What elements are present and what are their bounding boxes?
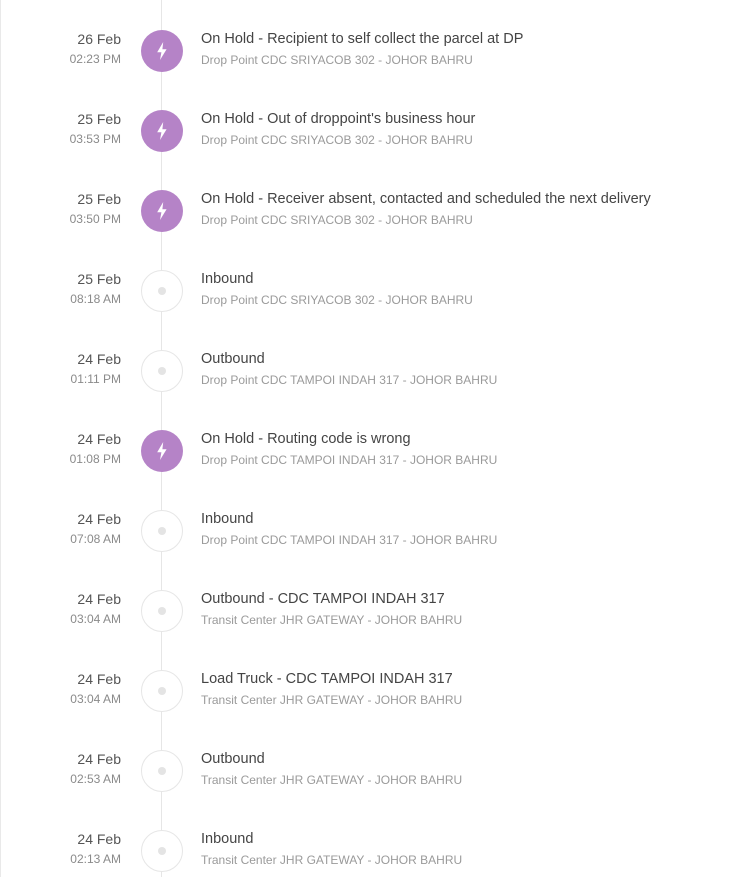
event-date: 26 Feb [77, 31, 121, 47]
dot-icon [158, 287, 166, 295]
event-location: Drop Point CDC SRIYACOB 302 - JOHOR BAHR… [201, 293, 473, 307]
timeline-event: 24 Feb 03:04 AM Outbound - CDC TAMPOI INDA… [0, 583, 729, 643]
event-title: On Hold - Recipient to self collect the … [201, 31, 524, 47]
event-date: 25 Feb [77, 191, 121, 207]
dot-icon [158, 767, 166, 775]
event-date: 24 Feb [77, 831, 121, 847]
event-location: Transit Center JHR GATEWAY - JOHOR BAHRU [201, 613, 463, 627]
event-location: Transit Center JHR GATEWAY - JOHOR BAHRU [201, 693, 463, 707]
event-location: Drop Point CDC TAMPOI INDAH 317 - JOHOR … [201, 533, 498, 547]
dot-icon [158, 687, 166, 695]
event-time: 02:13 AM [70, 852, 121, 866]
event-location: Drop Point CDC TAMPOI INDAH 317 - JOHOR … [201, 453, 498, 467]
event-title: On Hold - Receiver absent, contacted and… [201, 191, 651, 207]
on-hold-marker [141, 30, 183, 72]
status-marker [141, 510, 183, 552]
timeline-event: 24 Feb 03:04 AM Load Truck - CDC TAMPOI IN… [0, 663, 729, 723]
status-marker [141, 830, 183, 872]
event-location: Transit Center JHR GATEWAY - JOHOR BAHRU [201, 773, 463, 787]
timeline-event: 25 Feb 03:53 PM On Hold - Out of droppoint… [0, 103, 729, 163]
event-date: 24 Feb [77, 351, 121, 367]
event-title: Outbound [201, 351, 265, 367]
event-time: 03:04 AM [70, 612, 121, 626]
event-location: Drop Point CDC SRIYACOB 302 - JOHOR BAHR… [201, 133, 473, 147]
event-time: 07:08 AM [70, 532, 121, 546]
event-time: 03:50 PM [69, 212, 121, 226]
event-title: Inbound [201, 271, 254, 287]
event-date: 24 Feb [77, 511, 121, 527]
event-time: 03:53 PM [69, 132, 121, 146]
timeline-event: 24 Feb 01:11 PM Outbound Drop Point CDC TAM… [0, 343, 729, 403]
timeline-event: 24 Feb 02:53 AM Outbound Transit Center JHR… [0, 743, 729, 803]
status-marker [141, 750, 183, 792]
status-marker [141, 590, 183, 632]
event-date: 25 Feb [77, 111, 121, 127]
event-time: 01:08 PM [69, 452, 121, 466]
event-time: 01:11 PM [70, 372, 121, 386]
event-title: On Hold - Out of droppoint's business ho… [201, 111, 476, 127]
event-date: 24 Feb [77, 591, 121, 607]
event-title: Inbound [201, 511, 254, 527]
status-marker [141, 350, 183, 392]
timeline-event: 24 Feb 01:08 PM On Hold - Routing code is … [0, 423, 729, 483]
timeline-event: 24 Feb 07:08 AM Inbound Drop Point CDC TAMP… [0, 503, 729, 563]
on-hold-marker [141, 110, 183, 152]
event-title: Outbound - CDC TAMPOI INDAH 317 [201, 591, 445, 607]
event-time: 02:53 AM [70, 772, 121, 786]
timeline-event: 24 Feb 02:13 AM Inbound Transit Center JHR … [0, 823, 729, 877]
event-time: 03:04 AM [70, 692, 121, 706]
timeline-event: 26 Feb 02:23 PM On Hold - Recipient to sel… [0, 23, 729, 83]
event-date: 25 Feb [77, 271, 121, 287]
event-title: Load Truck - CDC TAMPOI INDAH 317 [201, 671, 453, 687]
on-hold-marker [141, 190, 183, 232]
event-location: Drop Point CDC TAMPOI INDAH 317 - JOHOR … [201, 373, 498, 387]
status-marker [141, 670, 183, 712]
timeline-event: 25 Feb 08:18 AM Inbound Drop Point CDC SRIY… [0, 263, 729, 323]
dot-icon [158, 367, 166, 375]
dot-icon [158, 527, 166, 535]
event-location: Drop Point CDC SRIYACOB 302 - JOHOR BAHR… [201, 213, 473, 227]
event-date: 24 Feb [77, 671, 121, 687]
timeline-event: 25 Feb 03:50 PM On Hold - Receiver absent,… [0, 183, 729, 243]
dot-icon [158, 607, 166, 615]
event-location: Transit Center JHR GATEWAY - JOHOR BAHRU [201, 853, 463, 867]
event-date: 24 Feb [77, 751, 121, 767]
event-title: Inbound [201, 831, 254, 847]
dot-icon [158, 847, 166, 855]
event-title: Outbound [201, 751, 265, 767]
event-time: 08:18 AM [70, 292, 121, 306]
on-hold-marker [141, 430, 183, 472]
event-title: On Hold - Routing code is wrong [201, 431, 411, 447]
event-date: 24 Feb [77, 431, 121, 447]
event-location: Drop Point CDC SRIYACOB 302 - JOHOR BAHR… [201, 53, 473, 67]
tracking-timeline-frame: 26 Feb 02:23 PM On Hold - Recipient to sel… [0, 0, 729, 877]
status-marker [141, 270, 183, 312]
event-time: 02:23 PM [69, 52, 121, 66]
